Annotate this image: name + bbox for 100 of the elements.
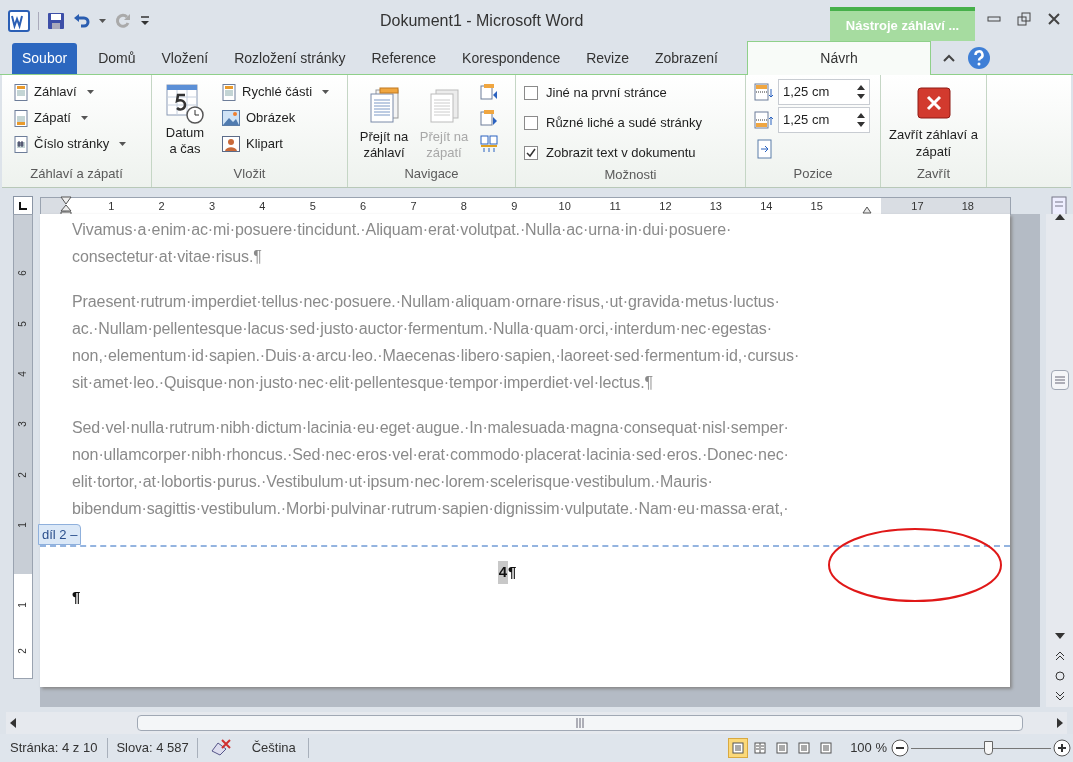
caret-icon: [322, 90, 330, 94]
previous-page-icon[interactable]: [1054, 651, 1065, 661]
view-icon: [798, 742, 811, 754]
ruler-number: 9: [511, 200, 518, 212]
ribbon-tab[interactable]: Zobrazení: [641, 43, 731, 74]
group-label: Pozice: [793, 164, 833, 183]
next-section-icon[interactable]: [480, 109, 498, 127]
zoom-level[interactable]: 100 %: [850, 738, 887, 758]
page-count[interactable]: Stránka: 4 z 10: [0, 738, 109, 758]
caret-icon: [99, 18, 106, 23]
scroll-up-icon[interactable]: [1054, 214, 1065, 220]
insert-alignment-tab-icon[interactable]: [756, 139, 774, 159]
checkbox-label: Jiné na první stránce: [546, 84, 667, 103]
spinner-arrows-icon[interactable]: [857, 84, 865, 100]
ribbon-button[interactable]: Zápatí: [10, 105, 131, 131]
ribbon-tab[interactable]: Korespondence: [449, 43, 574, 74]
word-logo-icon[interactable]: [8, 9, 30, 32]
link-to-previous-icon[interactable]: [480, 135, 498, 153]
scroll-thumb[interactable]: [1050, 370, 1069, 390]
previous-section-icon[interactable]: [480, 83, 498, 101]
ruler-number: 18: [961, 200, 974, 212]
header-position-icon: [754, 83, 774, 101]
collapse-ribbon-icon[interactable]: [943, 53, 955, 62]
customize-icon[interactable]: [140, 14, 150, 27]
grip-icon: [576, 718, 584, 728]
ruler-number: 2: [18, 471, 28, 478]
view-icon: [732, 742, 745, 754]
scroll-down-icon[interactable]: [1054, 633, 1065, 639]
close-header-footer-button[interactable]: Zavřít záhlaví a zápatí: [889, 79, 978, 160]
ribbon-button[interactable]: Rychlé části: [218, 79, 334, 105]
ruler-number: 1: [18, 602, 28, 609]
vertical-scrollbar[interactable]: [1046, 214, 1073, 707]
scroll-right-icon[interactable]: [1057, 718, 1063, 728]
ribbon-tab[interactable]: Reference: [358, 43, 450, 74]
view-button[interactable]: [728, 738, 749, 758]
footer-position-icon: [754, 111, 774, 129]
horizontal-scrollbar[interactable]: [6, 712, 1067, 734]
zoom-in-icon[interactable]: [1053, 739, 1071, 757]
grip-icon: [1054, 376, 1065, 384]
ribbon-tab[interactable]: Rozložení stránky: [221, 43, 359, 74]
spin-field[interactable]: 1,25 cm: [778, 107, 870, 133]
ribbon-button[interactable]: Klipart: [218, 131, 334, 157]
help-icon[interactable]: [967, 45, 991, 70]
undo-icon[interactable]: [73, 11, 91, 30]
proofing-icon[interactable]: [209, 739, 232, 757]
scroll-left-icon[interactable]: [10, 718, 16, 728]
date-time-button[interactable]: Datum a čas: [160, 79, 210, 157]
close-icon: [916, 87, 951, 119]
scroll-thumb[interactable]: [137, 715, 1023, 731]
picture-icon: [222, 110, 240, 126]
restore-icon[interactable]: [1017, 12, 1031, 26]
ribbon-button[interactable]: Obrázek: [218, 105, 334, 131]
ribbon-tab[interactable]: Návrh: [747, 41, 931, 75]
page-number-field: 4: [497, 561, 508, 584]
ruler-number: 13: [709, 200, 722, 212]
document-icon: [368, 87, 400, 125]
document-icon: [428, 87, 460, 125]
minimize-icon[interactable]: [987, 15, 1001, 23]
close-icon[interactable]: [1047, 12, 1061, 26]
zoom-out-icon[interactable]: [891, 739, 909, 757]
view-icon: [820, 742, 833, 754]
clip-art-icon: [222, 136, 240, 152]
language[interactable]: Čeština: [243, 738, 309, 758]
next-page-icon[interactable]: [1054, 691, 1065, 701]
ribbon-button[interactable]: Přejít na záhlaví: [356, 79, 412, 161]
ruler-number: 3: [208, 200, 216, 212]
ruler-number: 4: [259, 200, 266, 212]
checkbox-label: Různé liché a sudé stránky: [546, 114, 703, 133]
ribbon-tab[interactable]: Vložení: [148, 43, 222, 74]
spinner-arrows-icon[interactable]: [857, 112, 865, 128]
save-icon[interactable]: [47, 11, 65, 30]
body-paragraph: Praesent·rutrum·imperdiet·tellus·nec·posuere.·Nullam·aliquam·ornare·risus,·ut·gravida·metus·luctus· ac.·Nullam·pellentesque·lacus·sed·justo·auctor·fermentum.·Nulla·quam·orci,·interdum·nec·egestas· non,·elementum·id·sapien.·Duis·a·arcu·leo.·Maecenas·libero·sapien,·laoreet·sed·fermentum·id,·cursus· sit·amet·leo.·Quisque·non·justo·nec·elit·pellentesque·tempor·imperdiet·vel·lectus.¶: [72, 292, 800, 393]
caret-icon: [119, 142, 127, 146]
contextual-tab-header: Nástroje záhlaví ...: [830, 7, 975, 41]
ribbon-tab[interactable]: Domů: [85, 43, 149, 74]
spin-field[interactable]: 1,25 cm: [778, 79, 870, 105]
browse-object-icon[interactable]: [1054, 671, 1065, 681]
ruler-number: 10: [558, 200, 571, 212]
ruler-number: 1: [18, 522, 28, 528]
ruler-number: 2: [18, 648, 28, 655]
ribbon-tab[interactable]: Revize: [573, 43, 642, 74]
checkbox[interactable]: [524, 146, 538, 160]
ruler-number: 17: [911, 200, 924, 212]
checkbox[interactable]: [524, 86, 538, 100]
section-tag: díl 2 –: [38, 524, 82, 545]
slider-thumb[interactable]: [984, 741, 993, 755]
paragraph-mark: ¶: [72, 587, 81, 605]
ruler-number: 14: [760, 200, 773, 212]
file-tab[interactable]: Soubor: [12, 43, 78, 74]
group-label: Zavřít: [916, 164, 951, 183]
ruler-number: 6: [360, 200, 367, 212]
checkbox[interactable]: [524, 116, 538, 130]
ribbon-button[interactable]: Záhlaví: [10, 79, 131, 105]
ribbon-button[interactable]: Číslo stránky: [10, 131, 131, 157]
ruler-number: 1: [108, 200, 115, 212]
zoom-slider[interactable]: [911, 740, 1051, 756]
word-count[interactable]: Slova: 4 587: [108, 738, 198, 758]
ruler-number: 15: [810, 200, 823, 212]
tab-selector[interactable]: [13, 196, 33, 216]
ruler-number: 3: [18, 421, 28, 428]
